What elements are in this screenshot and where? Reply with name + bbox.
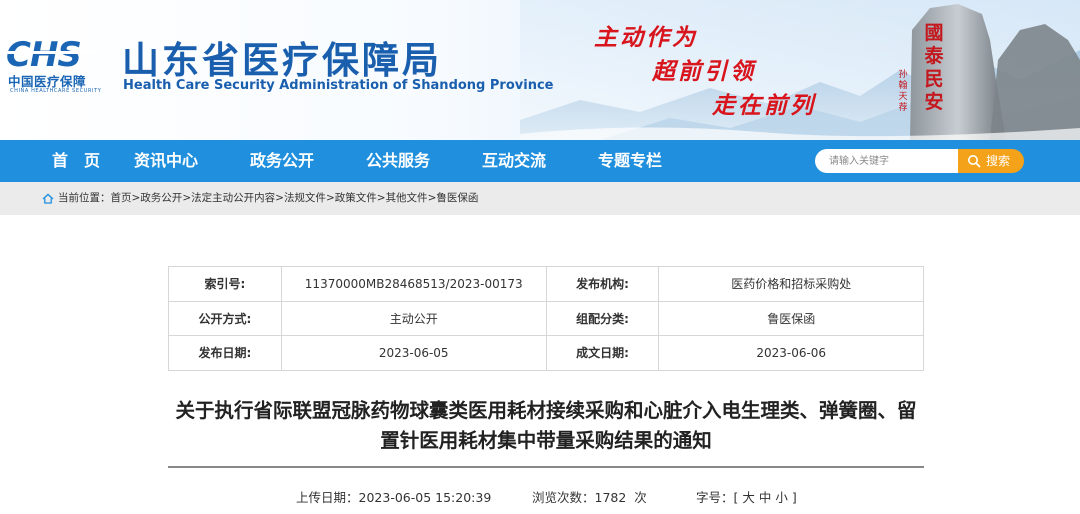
- chs-logo-icon: CHS: [6, 36, 102, 70]
- font-size-label: 字号：: [696, 490, 734, 505]
- breadcrumb: 当前位置：首页>政务公开>法定主动公开内容>法规文件>政策文件>其他文件>鲁医保…: [0, 182, 1080, 215]
- meta-value-index-number: 11370000MB28468513/2023-00173: [280, 266, 547, 302]
- breadcrumb-link-policy-docs[interactable]: 政策文件: [335, 192, 377, 204]
- breadcrumb-link-regulations[interactable]: 法规文件: [284, 192, 326, 204]
- nav-item-news-center[interactable]: 资讯中心: [134, 140, 198, 182]
- slogan-line-1: 主动作为: [594, 24, 698, 51]
- document-meta-table: 索引号: 11370000MB28468513/2023-00173 发布机构:…: [168, 266, 924, 371]
- breadcrumb-link-gov-affairs[interactable]: 政务公开: [140, 192, 182, 204]
- view-count-label: 浏览次数：: [532, 490, 595, 505]
- font-size-bracket-open: [: [733, 490, 739, 505]
- meta-key-publisher: 发布机构:: [545, 266, 660, 302]
- meta-key-disclosure-method: 公开方式:: [168, 300, 282, 337]
- meta-key-index-number: 索引号:: [168, 266, 282, 302]
- breadcrumb-link-statutory-disclosure[interactable]: 法定主动公开内容: [191, 192, 275, 204]
- meta-value-publish-date: 2023-06-05: [280, 335, 547, 371]
- breadcrumb-prefix: 当前位置：: [58, 192, 111, 204]
- search-icon: [968, 155, 981, 168]
- font-size-medium-button[interactable]: 中: [759, 490, 772, 505]
- breadcrumb-separator: >: [376, 192, 386, 204]
- header-banner: 國泰民安 孙翰天荐 CHS 中国医疗保障 CHINA HEALTHCARE SE…: [0, 0, 1080, 140]
- breadcrumb-separator: >: [275, 192, 284, 204]
- font-size-small-button[interactable]: 小: [775, 490, 788, 505]
- table-row: 公开方式: 主动公开 组配分类: 鲁医保函: [168, 300, 924, 337]
- home-icon: [42, 193, 54, 204]
- table-row: 索引号: 11370000MB28468513/2023-00173 发布机构:…: [168, 266, 924, 302]
- meta-key-written-date: 成文日期:: [545, 335, 660, 371]
- font-size-bracket-close: ]: [791, 490, 797, 505]
- slogan-line-3: 走在前列: [712, 92, 816, 119]
- nav-item-special-topics[interactable]: 专题专栏: [598, 140, 662, 182]
- view-count-unit: 次: [634, 490, 647, 505]
- upload-date-value: 2023-06-05 15:20:39: [358, 490, 492, 505]
- font-size-control: 字号：[ 大 中 小 ]: [696, 487, 797, 506]
- breadcrumb-separator: >: [182, 192, 192, 204]
- logo-english-text: CHINA HEALTHCARE SECURITY: [10, 88, 102, 94]
- search-button-label: 搜索: [986, 154, 1011, 168]
- rock-inscription: 國泰民安: [924, 22, 944, 113]
- site-subtitle: Health Care Security Administration of S…: [123, 78, 554, 93]
- meta-value-written-date: 2023-06-06: [658, 335, 924, 371]
- breadcrumb-link-other-docs[interactable]: 其他文件: [386, 192, 428, 204]
- nav-item-home[interactable]: 首 页: [52, 140, 100, 182]
- upload-date: 上传日期：2023-06-05 15:20:39: [296, 487, 491, 506]
- title-divider: [168, 466, 924, 468]
- search-button[interactable]: 搜索: [958, 149, 1024, 173]
- meta-key-category: 组配分类:: [545, 300, 660, 337]
- upload-date-label: 上传日期：: [296, 490, 359, 505]
- meta-value-category: 鲁医保函: [658, 300, 924, 337]
- main-nav: 首 页 资讯中心 政务公开 公共服务 互动交流 专题专栏 搜索: [0, 140, 1080, 182]
- rock-inscription-small: 孙翰天荐: [898, 70, 908, 113]
- nav-item-interaction[interactable]: 互动交流: [482, 140, 546, 182]
- breadcrumb-link-home[interactable]: 首页: [111, 192, 132, 204]
- nav-item-public-service[interactable]: 公共服务: [366, 140, 430, 182]
- nav-item-gov-affairs[interactable]: 政务公开: [250, 140, 314, 182]
- breadcrumb-link-current[interactable]: 鲁医保函: [436, 192, 478, 204]
- meta-value-disclosure-method: 主动公开: [280, 300, 547, 337]
- chs-logo[interactable]: CHS 中国医疗保障 CHINA HEALTHCARE SECURITY: [6, 36, 106, 98]
- font-size-large-button[interactable]: 大: [742, 490, 755, 505]
- meta-value-publisher: 医药价格和招标采购处: [658, 266, 924, 302]
- breadcrumb-separator: >: [325, 192, 335, 204]
- view-count: 浏览次数：1782 次: [532, 487, 647, 506]
- view-count-value: 1782: [594, 490, 627, 505]
- meta-key-publish-date: 发布日期:: [168, 335, 282, 371]
- site-title: 山东省医疗保障局: [122, 38, 442, 82]
- breadcrumb-trail: 当前位置：首页>政务公开>法定主动公开内容>法规文件>政策文件>其他文件>鲁医保…: [58, 182, 478, 215]
- article-title: 关于执行省际联盟冠脉药物球囊类医用耗材接续采购和心脏介入电生理类、弹簧圈、留置针…: [175, 399, 917, 452]
- breadcrumb-separator: >: [131, 192, 141, 204]
- slogan-line-2: 超前引领: [652, 58, 756, 85]
- search-input[interactable]: [815, 149, 958, 173]
- table-row: 发布日期: 2023-06-05 成文日期: 2023-06-06: [168, 335, 924, 371]
